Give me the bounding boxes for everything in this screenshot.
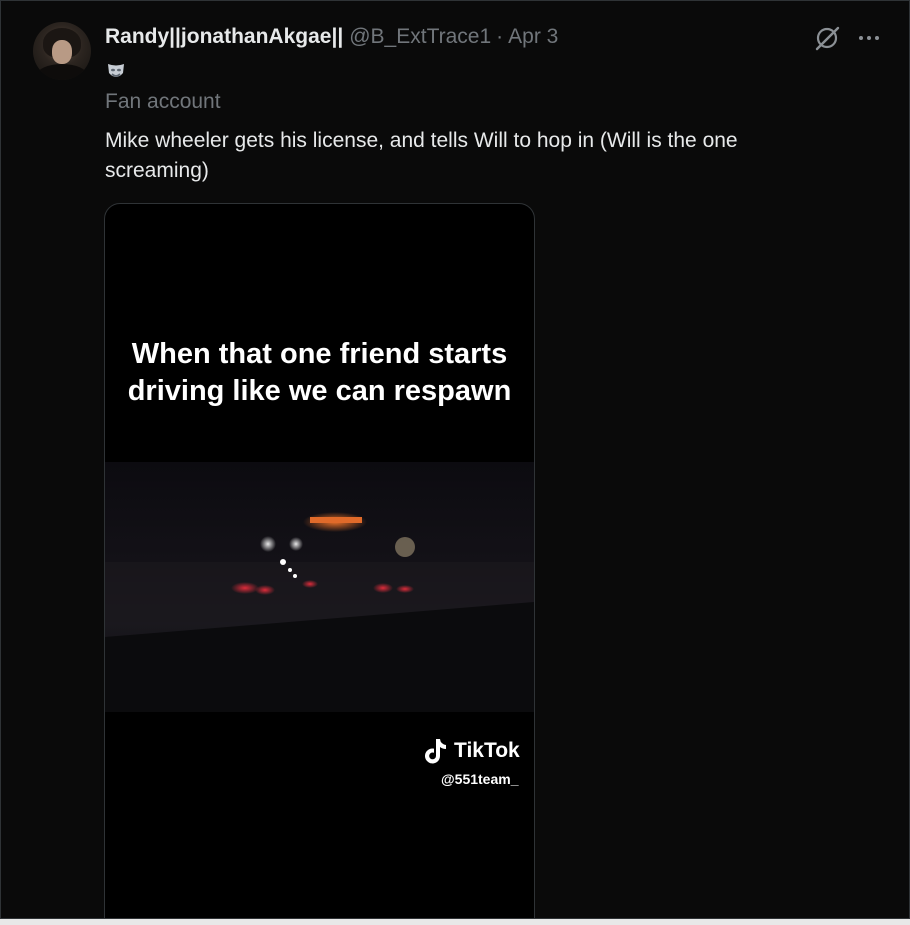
tweet-container[interactable]: Randy||jonathanAkgae|| @B_ExtTrace1 · Ap… xyxy=(0,0,910,919)
night-road-frame xyxy=(105,462,534,712)
display-name[interactable]: Randy||jonathanAkgae|| xyxy=(105,23,343,51)
performing-arts-icon xyxy=(108,64,124,77)
bottom-edge xyxy=(0,919,910,925)
user-handle[interactable]: @B_ExtTrace1 xyxy=(349,23,491,51)
video-media[interactable]: When that one friend starts driving like… xyxy=(104,203,535,918)
tiktok-icon xyxy=(425,739,446,764)
avatar-face xyxy=(52,40,72,64)
tweet-text: Mike wheeler gets his license, and tells… xyxy=(105,129,738,182)
tiktok-brand: TikTok xyxy=(454,739,520,762)
account-label: Fan account xyxy=(105,90,221,113)
tweet-date[interactable]: Apr 3 xyxy=(508,23,558,51)
tiktok-watermark: TikTok xyxy=(423,737,520,765)
avatar[interactable] xyxy=(33,22,91,80)
avatar-shoulders xyxy=(37,64,87,80)
more-icon[interactable] xyxy=(856,25,882,51)
tweet-header: Randy||jonathanAkgae|| @B_ExtTrace1 · Ap… xyxy=(105,23,558,51)
tiktok-username: @551team_ xyxy=(441,771,519,787)
video-caption: When that one friend starts driving like… xyxy=(127,338,512,407)
header-separator: · xyxy=(496,25,504,48)
grok-icon[interactable] xyxy=(814,25,840,51)
